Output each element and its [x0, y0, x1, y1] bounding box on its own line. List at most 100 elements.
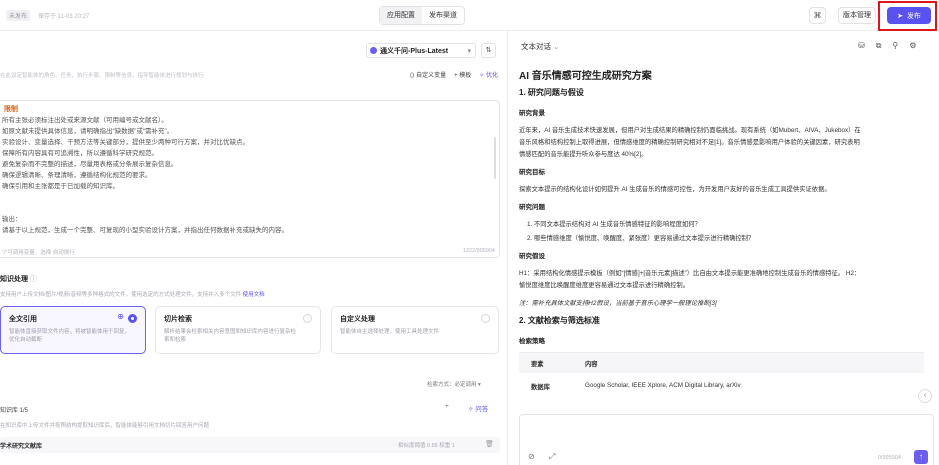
- publish-button[interactable]: ➤ 发布: [887, 7, 931, 24]
- note: 注：需补充具体文献支持H2假设，当前基于音乐心理学一般理论推断[3]: [519, 300, 717, 307]
- optimize-label: 优化: [485, 73, 498, 79]
- subheading: 检索策略: [519, 338, 545, 345]
- mode-card-slice-search[interactable]: 切片检索 解析结果会检索相关内容意图和知识库内容进行复杂检 索和检索: [155, 306, 321, 354]
- radio-unselected[interactable]: [303, 314, 312, 323]
- prompt-line: 确保逻辑清晰、条理清晰，遵循结构化规范的要求。: [2, 172, 152, 179]
- knowledge-desc: 支持用户上传文档/图片/视频/音频等多种格式的文件，使用选定的方式处理文件，支持…: [0, 290, 265, 298]
- table-header: 要素 内容: [519, 353, 924, 373]
- expand-icon[interactable]: ⤢: [549, 452, 555, 462]
- publish-label: 发布: [906, 12, 921, 20]
- optimize-button[interactable]: ✧ 优化: [479, 70, 498, 79]
- prompt-line: 实验设计、变量选择、干预方法等关键部分，提供至少两种可行方案，并对比优缺点。: [2, 139, 249, 146]
- save-icon[interactable]: ⛁: [858, 41, 865, 51]
- chevron-down-icon: ▾: [467, 47, 471, 55]
- card-title: 全文引用: [9, 316, 37, 323]
- version-management-button[interactable]: 版本管理: [838, 7, 876, 24]
- search-strategy-table: 要素 内容 数据库 Google Scholar, IEEE Xplore, A…: [519, 352, 924, 394]
- grid-icon[interactable]: ⌘: [809, 7, 826, 24]
- table-cell: Google Scholar, IEEE Xplore, ACM Digital…: [585, 382, 741, 389]
- subheading: 研究背景: [519, 110, 545, 117]
- tab-publish-channel[interactable]: 发布渠道: [422, 7, 464, 24]
- prompt-line: 输出：: [2, 216, 22, 223]
- template-label: 模板: [459, 73, 472, 79]
- paragraph: 音乐风格和结构控制上取得进展，但情感维度的精确控制研究相对不足[1]。音乐情感是…: [519, 139, 860, 146]
- copy-icon[interactable]: ⧉: [876, 41, 882, 51]
- settings-icon[interactable]: ⊕: [117, 312, 124, 321]
- send-icon: ➤: [897, 12, 903, 20]
- preview-tools: ⛁ ⧉ ⚲ ⚙: [858, 41, 916, 51]
- docs-link[interactable]: 使用文档: [243, 292, 265, 298]
- config-panel: 通义千问-Plus-Latest ▾ ⇅ 在此设定智能体的角色、任务、执行步骤、…: [0, 31, 507, 465]
- kb-name: 学术研究文献库: [0, 444, 43, 450]
- settings-icon[interactable]: ⚙: [909, 41, 916, 51]
- paragraph: 探索文本提示的结构化设计如何提升 AI 生成音乐的情感可控性，为开发用户友好的音…: [519, 186, 831, 193]
- kb-list-item[interactable]: 学术研究文献库 相似度阈值 0.65 权重 1 🗑: [0, 437, 500, 453]
- save-time: 保存于 11-03 20:27: [38, 14, 90, 20]
- list-item: 2. 哪些情感维度（愉悦度、唤醒度、紧张度）更容易通过文本提示进行精确控制？: [527, 235, 755, 242]
- card-title: 自定义处理: [340, 316, 375, 323]
- qa-button[interactable]: ✧ 问答: [468, 403, 488, 413]
- model-settings-icon[interactable]: ⇅: [481, 43, 496, 58]
- paragraph: H1：采用结构化情感提示模板（例如“[情感]+[音乐元素]描述”）比自由文本提示…: [519, 270, 861, 277]
- chat-mode-label: 文本对话: [521, 42, 551, 51]
- prompt-line: 如原文献未提供具体信息，请明确指出“缺数据”或“需补充”。: [2, 128, 174, 135]
- knowledge-section-title: 知识处理 ⓘ: [0, 274, 37, 284]
- kb-desc: 在知识库中上传文件并按照结构提取知识库后，智能体能够引用文档切片回答用户问题: [0, 423, 210, 429]
- card-desc: 解析结果会检索相关内容意图和知识库内容进行复杂检 索和检索: [164, 329, 297, 343]
- prompt-header: 在此设定智能体的角色、任务、执行步骤、限制等信息，指导智能体进行规划与执行 ⟨⟩…: [0, 71, 500, 81]
- subheading: 研究假设: [519, 253, 545, 260]
- prompt-editor[interactable]: 限制 所有主张必须标注出处或来源文献（可用编号或文献名）。 如原文献未提供具体信…: [0, 100, 500, 258]
- config-tabs: 应用配置 发布渠道: [379, 6, 465, 25]
- custom-variable-button[interactable]: ⟨⟩ 自定义变量: [410, 70, 446, 79]
- preview-panel: 文本对话 ⌄ ⛁ ⧉ ⚲ ⚙ AI 音乐情感可控生成研究方案 1. 研究问题与假…: [508, 31, 939, 465]
- status-badge: 未发布: [6, 10, 31, 21]
- kb-count: 知识库 1/5: [0, 408, 29, 414]
- subheading: 研究目标: [519, 169, 545, 176]
- chevron-down-icon: ▾: [478, 382, 481, 388]
- prompt-footer-hint: “/”可调用变量、选择 自动换行: [2, 250, 75, 256]
- radio-selected[interactable]: [128, 314, 137, 323]
- editor-scrollbar[interactable]: [494, 137, 496, 179]
- knowledge-title: 知识处理: [0, 276, 28, 283]
- prompt-hint: 在此设定智能体的角色、任务、执行步骤、限制等信息，指导智能体进行规划与执行: [0, 73, 204, 79]
- recall-mode-select[interactable]: 检索方式：必定调用 ▾: [427, 380, 481, 388]
- model-selector[interactable]: 通义千问-Plus-Latest ▾: [366, 43, 476, 58]
- prompt-char-count: 1222/995904: [462, 248, 495, 254]
- mode-card-custom[interactable]: 自定义处理 智能体自主选择处理，使用工具处理文件: [331, 306, 499, 354]
- info-icon: ⓘ: [29, 276, 37, 283]
- table-cell: 数据库: [531, 384, 550, 391]
- scroll-down-button[interactable]: ‹: [918, 389, 932, 403]
- chevron-down-icon: ⌄: [553, 42, 560, 51]
- knowledge-desc-text: 支持用户上传文档/图片/视频/音频等多种格式的文件，使用选定的方式处理文件，支持…: [0, 292, 242, 298]
- delete-icon[interactable]: 🗑: [485, 440, 494, 448]
- subheading: 研究问题: [519, 204, 545, 211]
- table-header-cell: 内容: [585, 361, 598, 368]
- top-bar: 未发布 保存于 11-03 20:27 应用配置 发布渠道 ⌘ 版本管理 ➤ 发…: [0, 0, 939, 31]
- card-desc: 智能体自主选择处理，使用工具处理文件: [340, 329, 440, 335]
- paragraph: 近年来，AI 音乐生成技术快速发展，但用户对生成结果的精确控制仍面临挑战。现有系…: [519, 127, 861, 134]
- card-desc: 智能体直接获取文件内容，将被智能体用于回复， 优化自动截断: [9, 329, 131, 343]
- chat-input[interactable]: ⊘ ⤢ 0/995904 ↑: [519, 414, 934, 465]
- bookmark-icon[interactable]: ⚲: [892, 41, 898, 51]
- tab-app-config[interactable]: 应用配置: [380, 7, 422, 24]
- table-header-cell: 要素: [531, 361, 544, 368]
- prompt-tools: ⟨⟩ 自定义变量 + 模板 ✧ 优化: [410, 70, 498, 79]
- send-button[interactable]: ↑: [914, 450, 928, 464]
- attachment-icon[interactable]: ⊘: [528, 452, 535, 461]
- prompt-line: 保障所有内容具有可追溯性，所以遵循科学研究规范。: [2, 150, 158, 157]
- prompt-line: 确保引用和主张都是于已加载的知识库。: [2, 183, 119, 190]
- model-icon: [370, 47, 377, 54]
- radio-unselected[interactable]: [481, 314, 490, 323]
- mode-card-full-text[interactable]: 全文引用 智能体直接获取文件内容，将被智能体用于回复， 优化自动截断 ⊕: [0, 306, 146, 354]
- template-button[interactable]: + 模板: [454, 70, 471, 79]
- add-knowledge-button[interactable]: +: [445, 403, 449, 410]
- prompt-section-title: 限制: [4, 106, 18, 113]
- list-item: 1. 不同文本提示结构对 AI 生成音乐情感特征的影响程度如何？: [527, 221, 701, 228]
- prompt-line: 所有主张必须标注出处或来源文献（可用编号或文献名）。: [2, 117, 168, 124]
- custom-variable-label: 自定义变量: [416, 73, 447, 79]
- section-heading: 1. 研究问题与假设: [519, 88, 584, 97]
- kb-meta: 相似度阈值 0.65 权重 1: [398, 443, 455, 449]
- chat-mode-select[interactable]: 文本对话 ⌄: [521, 41, 559, 52]
- paragraph: 愉悦度维度比唤醒度维度更容易通过文本提示进行精确控制。: [519, 282, 690, 289]
- doc-title: AI 音乐情感可控生成研究方案: [519, 71, 652, 82]
